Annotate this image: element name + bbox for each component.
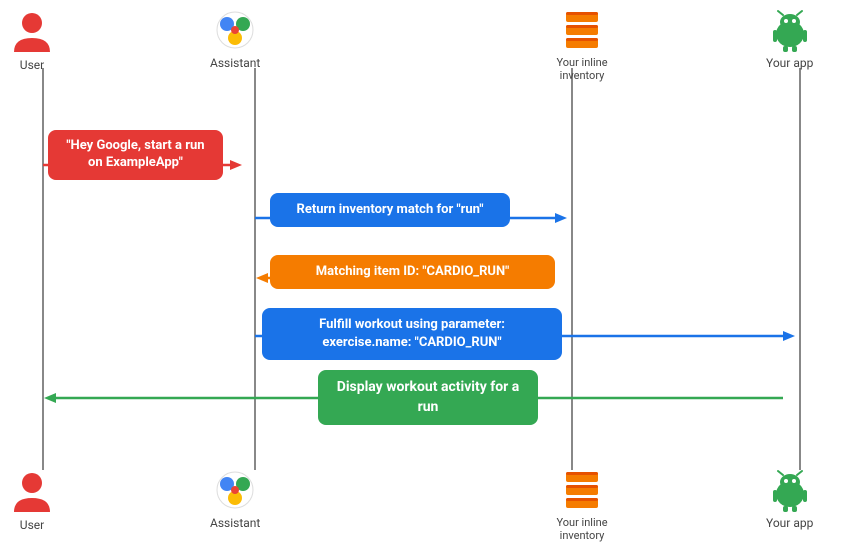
actor-app-top: Your app: [766, 8, 813, 70]
assistant-icon-top: [213, 8, 257, 52]
actor-inventory-top: Your inline inventory: [542, 8, 622, 82]
actor-app-top-label: Your app: [766, 56, 813, 70]
actor-user-top: User: [12, 10, 52, 72]
actor-user-bottom: User: [12, 470, 52, 532]
android-icon-bottom: [768, 468, 812, 512]
message-matching-item: Matching item ID: "CARDIO_RUN": [270, 255, 555, 289]
database-icon-bottom: [562, 468, 602, 512]
message-display-workout: Display workout activity for a run: [318, 370, 538, 425]
android-icon-top: [768, 8, 812, 52]
user-icon-top: [12, 10, 52, 54]
assistant-icon-bottom: [213, 468, 257, 512]
database-icon-top: [562, 8, 602, 52]
message-return-inventory: Return inventory match for "run": [270, 193, 510, 227]
actor-user-top-label: User: [20, 58, 44, 72]
message-hey-google: "Hey Google, start a run on ExampleApp": [48, 130, 223, 180]
actor-app-bottom: Your app: [766, 468, 813, 530]
sequence-diagram: User Assistant Your inline inventory: [0, 0, 845, 528]
actor-user-bottom-label: User: [20, 518, 44, 532]
actor-inventory-top-label: Your inline inventory: [542, 56, 622, 82]
actor-inventory-bottom-label: Your inline inventory: [542, 516, 622, 542]
user-icon-bottom: [12, 470, 52, 514]
actor-assistant-top: Assistant: [210, 8, 260, 70]
actor-assistant-top-label: Assistant: [210, 56, 260, 70]
actor-assistant-bottom: Assistant: [210, 468, 260, 530]
actor-inventory-bottom: Your inline inventory: [542, 468, 622, 542]
message-fulfill-workout: Fulfill workout using parameter:exercise…: [262, 308, 562, 360]
